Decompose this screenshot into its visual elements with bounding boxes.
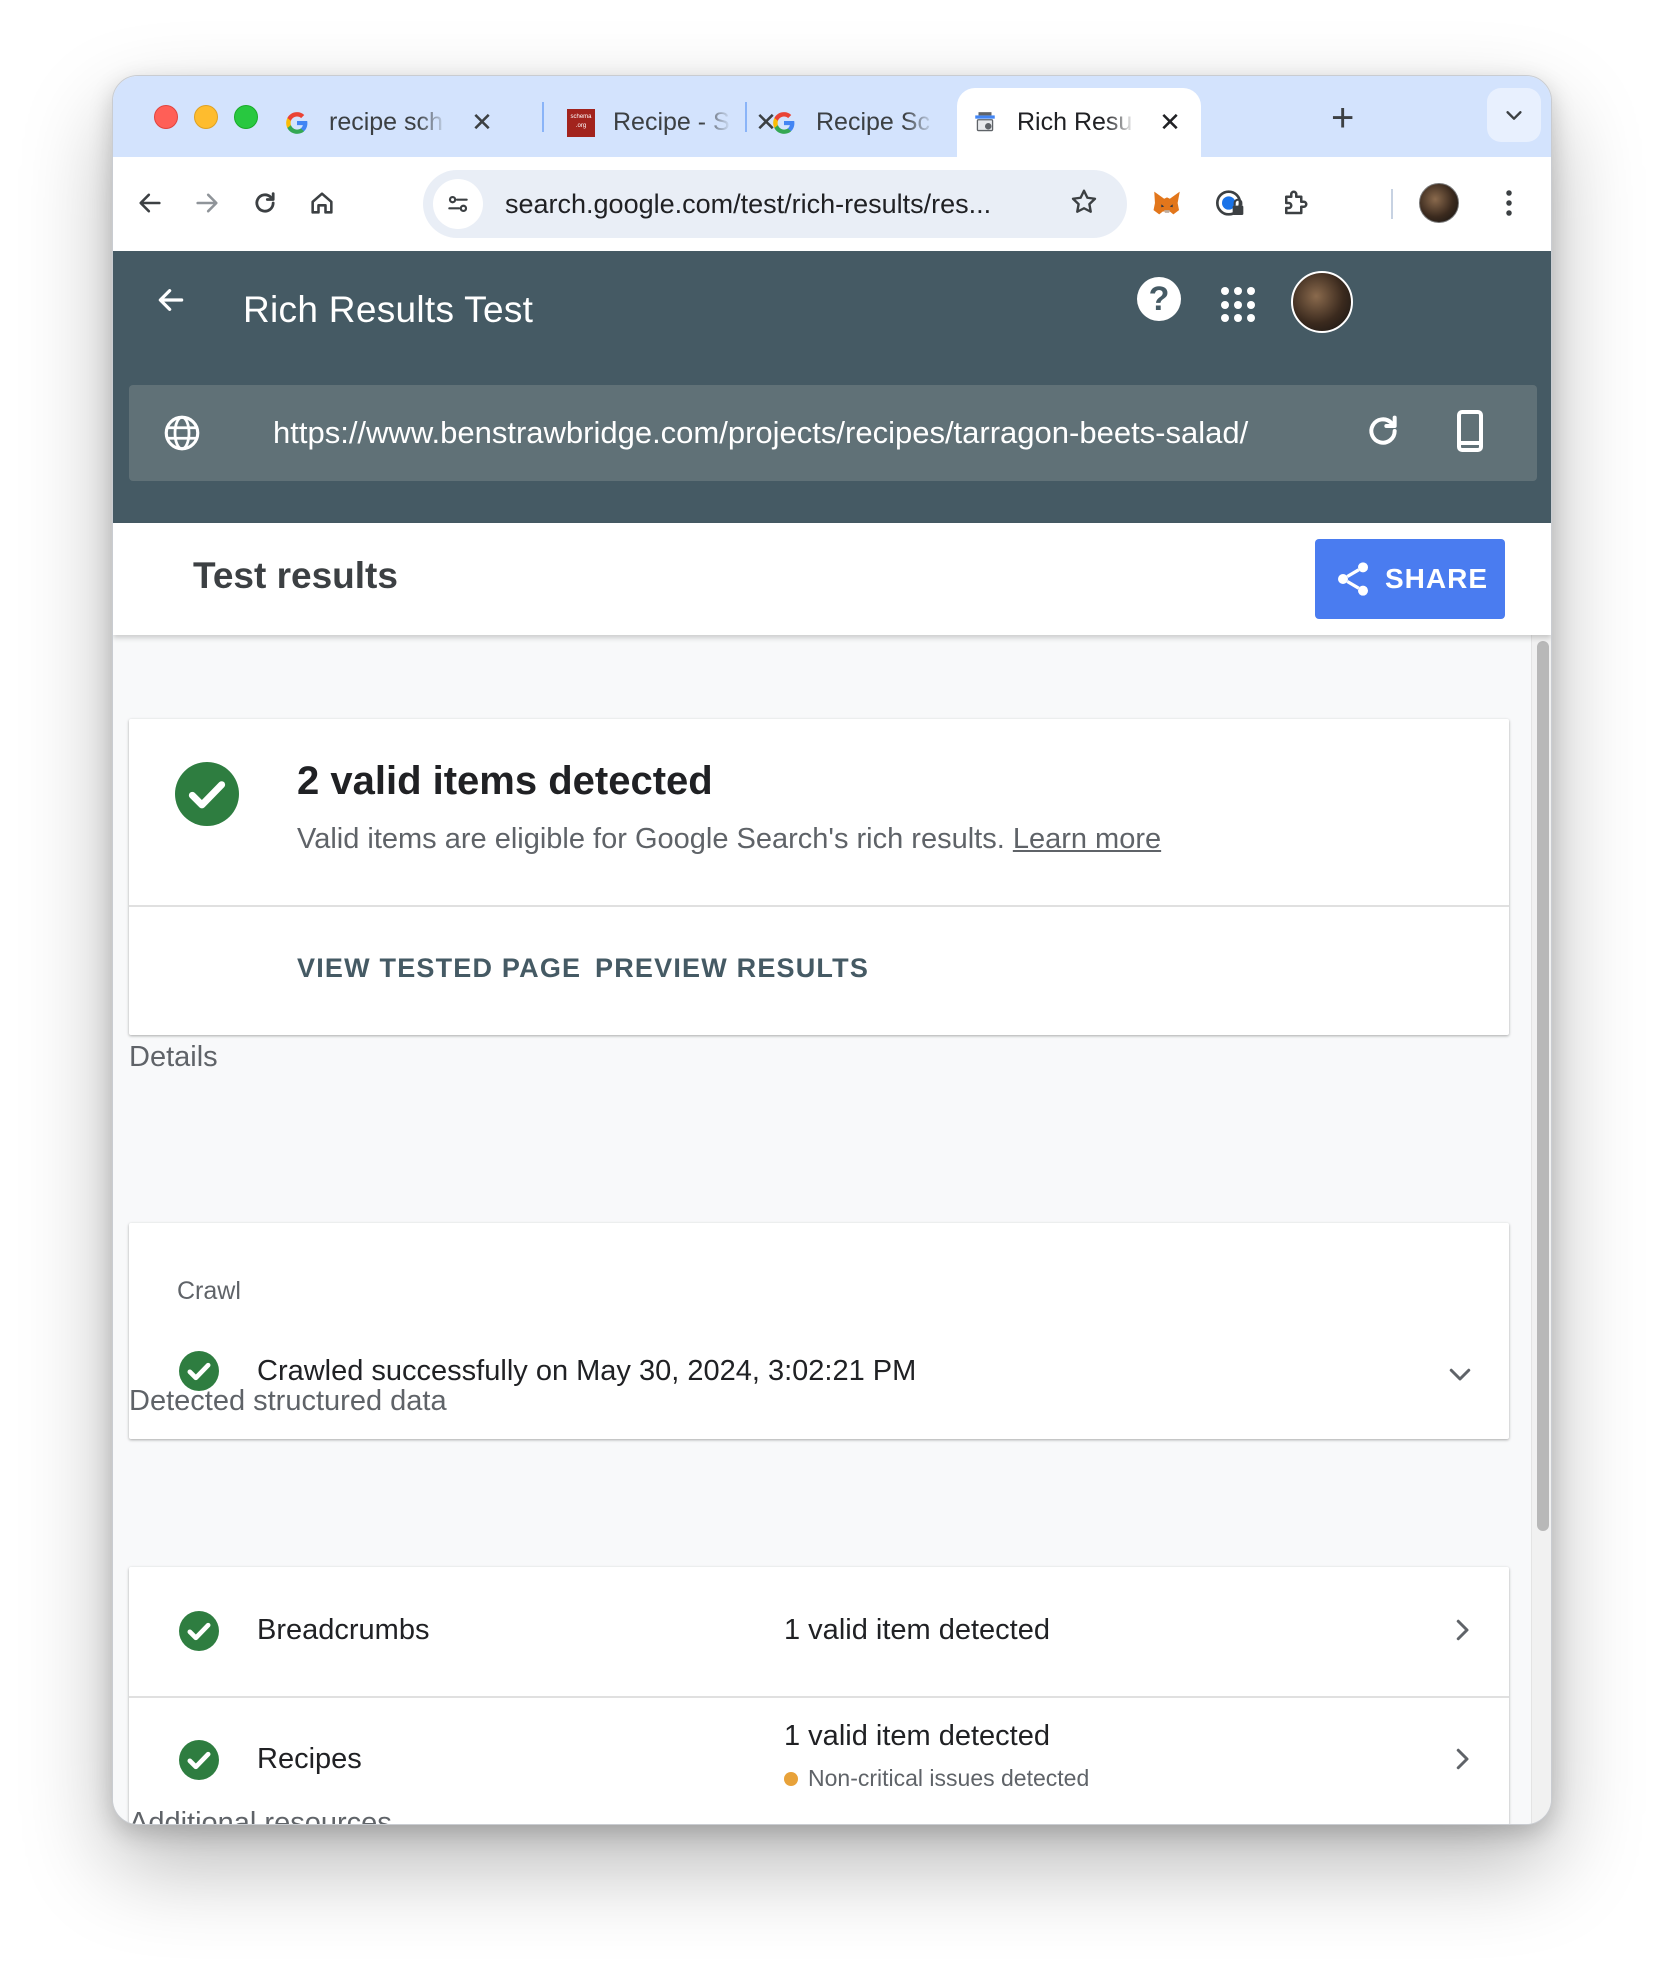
tested-url-bar[interactable]: https://www.benstrawbridge.com/projects/… [129,385,1537,481]
item-name: Breadcrumbs [257,1614,430,1646]
summary-subtext: Valid items are eligible for Google Sear… [297,823,1162,855]
minimize-window-button[interactable] [194,105,218,129]
share-icon [1338,562,1368,596]
rich-results-icon [971,109,999,137]
home-button[interactable] [300,181,344,225]
chevron-down-icon[interactable] [1445,1359,1475,1394]
tab-title: Rich Resu [1017,108,1133,136]
tab-title: Recipe Sc [816,108,930,136]
arrow-left-icon [139,193,161,213]
profile-avatar[interactable] [1415,179,1463,227]
share-button[interactable]: SHARE [1315,539,1505,619]
app-title: Rich Results Test [243,289,534,330]
page-title: Test results [193,555,398,596]
tab-title: Recipe - S [613,108,730,136]
tested-url-text: https://www.benstrawbridge.com/projects/… [273,415,1249,450]
tab-strip: recipe sch ✕ schema .org Recipe - S ✕ Re… [113,76,1551,157]
app-back-button[interactable] [155,284,187,321]
structured-data-card: Breadcrumbs 1 valid item detected Recipe… [129,1567,1509,1824]
schema-org-icon: schema .org [567,108,595,137]
bookmark-star-icon[interactable] [1069,187,1099,222]
structured-item-row[interactable]: Recipes 1 valid item detected Non-critic… [129,1696,1509,1824]
back-button[interactable] [128,181,172,225]
summary-card: 2 valid items detected Valid items are e… [129,719,1509,1035]
app-header: Rich Results Test ? https://www.benstraw… [113,251,1551,523]
google-g-icon [770,109,798,137]
reload-button[interactable] [243,181,287,225]
browser-tab-active[interactable]: Rich Resu ✕ [957,88,1201,157]
browser-tab[interactable]: recipe sch ✕ [269,88,495,157]
chevron-right-icon[interactable] [1447,1744,1477,1779]
home-icon [311,192,333,214]
arrow-right-icon [196,193,218,213]
valid-check-icon [179,1740,219,1785]
view-tested-page-button[interactable]: VIEW TESTED PAGE [297,953,581,984]
avatar [1419,183,1459,223]
scrollbar[interactable] [1531,635,1551,1824]
new-tab-button[interactable]: + [1331,98,1354,138]
additional-resources-label: Additional resources [129,1807,392,1825]
account-avatar[interactable] [1291,271,1353,333]
forward-button[interactable] [185,181,229,225]
share-label: SHARE [1385,563,1489,594]
scrollbar-thumb[interactable] [1537,641,1549,1531]
valid-check-icon [175,762,239,831]
details-section-label: Details [129,1041,218,1073]
arrow-left-icon [158,289,184,311]
tab-separator [542,102,544,132]
tab-search-button[interactable] [1487,88,1541,142]
item-name: Recipes [257,1743,362,1775]
close-window-button[interactable] [154,105,178,129]
valid-check-icon [179,1611,219,1656]
tab-separator [745,102,747,132]
extensions-puzzle-icon[interactable] [1273,181,1317,225]
browser-window: recipe sch ✕ schema .org Recipe - S ✕ Re… [112,75,1552,1825]
structured-data-section-label: Detected structured data [129,1385,447,1417]
help-icon[interactable]: ? [1137,277,1181,321]
warning-dot-icon [784,1771,798,1786]
item-status: 1 valid item detected [784,1720,1050,1752]
reload-icon [255,192,275,213]
structured-item-row[interactable]: Breadcrumbs 1 valid item detected [129,1567,1509,1696]
item-warning: Non-critical issues detected [784,1765,1089,1792]
apps-grid-icon[interactable] [1221,287,1257,323]
divider [129,905,1509,907]
chevron-right-icon[interactable] [1447,1615,1477,1650]
browser-toolbar: search.google.com/test/rich-results/res.… [113,157,1551,251]
globe-icon [161,412,203,459]
retest-refresh-icon[interactable] [1363,411,1403,456]
results-header: Test results SHARE [113,523,1551,635]
chevron-down-icon [1506,111,1522,120]
google-g-icon [283,109,311,137]
password-manager-extension-icon[interactable] [1208,181,1252,225]
smartphone-icon[interactable] [1455,409,1485,458]
results-content: 2 valid items detected Valid items are e… [113,635,1531,1825]
maximize-window-button[interactable] [234,105,258,129]
more-vert-icon [1506,190,1512,216]
site-settings-icon[interactable] [433,179,483,229]
close-tab-icon[interactable]: ✕ [1157,107,1183,138]
toolbar-divider [1391,189,1393,219]
preview-results-button[interactable]: PREVIEW RESULTS [595,953,869,984]
browser-menu-button[interactable] [1487,181,1531,225]
browser-tab[interactable]: Recipe Sc ✕ [756,88,982,157]
address-text: search.google.com/test/rich-results/res.… [505,188,992,219]
summary-headline: 2 valid items detected [297,759,713,803]
learn-more-link[interactable]: Learn more [1013,823,1161,855]
metamask-extension-icon[interactable] [1145,181,1189,225]
tab-title: recipe sch [329,108,443,136]
address-bar[interactable]: search.google.com/test/rich-results/res.… [423,170,1127,238]
crawl-status: Crawled successfully on May 30, 2024, 3:… [257,1355,917,1387]
item-status: 1 valid item detected [784,1614,1050,1646]
crawl-caption: Crawl [177,1277,241,1305]
close-tab-icon[interactable]: ✕ [469,107,495,138]
